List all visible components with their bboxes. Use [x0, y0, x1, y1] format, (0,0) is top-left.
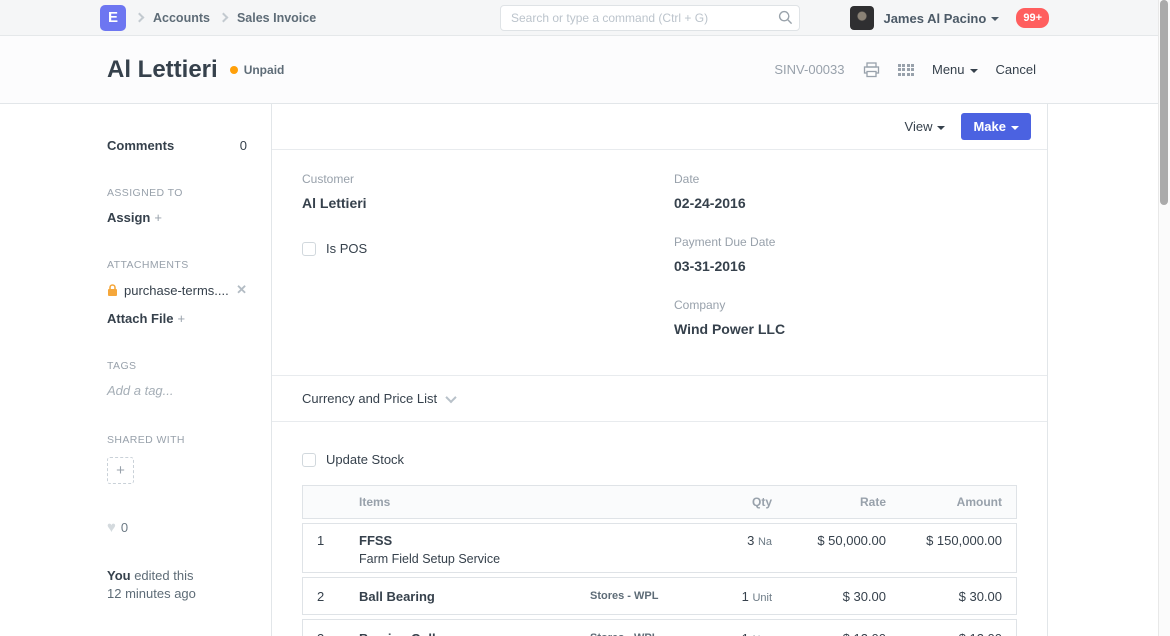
remove-attachment-icon[interactable]: ✕	[236, 282, 247, 298]
add-tag-input[interactable]: Add a tag...	[107, 383, 247, 398]
notifications-badge[interactable]: 99+	[1016, 8, 1049, 28]
navbar: E Accounts Sales Invoice James Al Pacino…	[0, 0, 1170, 36]
chevron-down-icon	[1011, 126, 1019, 130]
table-row[interactable]: 1 FFSS Farm Field Setup Service 3 Na $ 5…	[302, 523, 1017, 573]
add-share-button[interactable]: +	[107, 457, 134, 484]
plus-icon: +	[177, 311, 185, 326]
item-rate: $ 30.00	[772, 589, 886, 604]
status-badge: Unpaid	[230, 63, 285, 77]
likes-count: 0	[121, 520, 128, 535]
scrollbar-thumb[interactable]	[1160, 0, 1168, 205]
chevron-right-icon	[219, 13, 229, 23]
print-icon[interactable]	[863, 62, 880, 78]
is-pos-checkbox[interactable]	[302, 242, 316, 256]
chevron-down-icon	[937, 126, 945, 130]
payment-due-date-label: Payment Due Date	[674, 235, 785, 249]
chevron-down-icon	[445, 391, 456, 402]
status-dot-icon	[230, 66, 238, 74]
chevron-down-icon	[991, 17, 999, 21]
search-icon	[778, 10, 793, 25]
assign-button[interactable]: Assign+	[107, 210, 247, 225]
item-code: FFSS	[359, 533, 590, 548]
search-input[interactable]	[500, 5, 800, 31]
attachment-item: purchase-terms.... ✕	[107, 282, 247, 298]
shared-with-label: SHARED WITH	[107, 434, 247, 446]
company-label: Company	[674, 298, 785, 312]
item-code: Ball Bearing	[359, 589, 590, 604]
item-warehouse: Stores - WPL	[590, 632, 710, 636]
col-qty: Qty	[710, 495, 772, 509]
sales-invoice-page: E Accounts Sales Invoice James Al Pacino…	[0, 0, 1170, 636]
attachment-link[interactable]: purchase-terms....	[107, 283, 229, 298]
table-row[interactable]: 3 Bearing Collar Stores - WPL 1 Nos $ 12…	[302, 619, 1017, 636]
is-pos-label: Is POS	[326, 241, 367, 256]
item-rate: $ 12.00	[772, 631, 886, 636]
page-head: Al Lettieri Unpaid SINV-00033 Menu Cance…	[0, 36, 1170, 104]
assigned-to-label: ASSIGNED TO	[107, 187, 247, 199]
item-rate: $ 50,000.00	[772, 533, 886, 548]
update-stock-label: Update Stock	[326, 452, 404, 467]
items-table-header: Items Qty Rate Amount	[302, 485, 1017, 519]
chevron-right-icon	[135, 13, 145, 23]
table-row[interactable]: 2 Ball Bearing Stores - WPL 1 Unit $ 30.…	[302, 577, 1017, 615]
company-field[interactable]: Wind Power LLC	[674, 321, 785, 337]
activity-edited: You edited this 12 minutes ago	[107, 567, 247, 602]
chevron-down-icon	[970, 69, 978, 73]
col-items: Items	[359, 495, 590, 509]
form-content: View Make Customer Al Lettieri Is POS Da…	[271, 104, 1048, 636]
item-uom: Na	[758, 536, 772, 548]
item-amount: $ 12.00	[886, 631, 1002, 636]
date-field[interactable]: 02-24-2016	[674, 195, 785, 211]
likes[interactable]: ♥ 0	[107, 520, 247, 535]
col-rate: Rate	[772, 495, 886, 509]
cancel-button[interactable]: Cancel	[996, 62, 1036, 77]
lock-icon	[107, 284, 118, 297]
attach-file-button[interactable]: Attach File+	[107, 311, 247, 326]
item-amount: $ 150,000.00	[886, 533, 1002, 548]
navbar-user-area: James Al Pacino 99+	[850, 0, 1049, 36]
item-uom: Unit	[752, 592, 772, 604]
plus-icon: +	[154, 210, 162, 225]
user-menu[interactable]: James Al Pacino	[883, 11, 999, 26]
item-code: Bearing Collar	[359, 631, 590, 636]
customer-label: Customer	[302, 172, 1017, 186]
col-amount: Amount	[886, 495, 1002, 509]
payment-due-date-field[interactable]: 03-31-2016	[674, 258, 785, 274]
make-button[interactable]: Make	[961, 113, 1031, 140]
tags-label: TAGS	[107, 360, 247, 372]
item-amount: $ 30.00	[886, 589, 1002, 604]
breadcrumb-sales-invoice[interactable]: Sales Invoice	[237, 11, 316, 25]
breadcrumb: E Accounts Sales Invoice	[0, 5, 316, 31]
date-label: Date	[674, 172, 785, 186]
sidebar: Comments 0 ASSIGNED TO Assign+ ATTACHMEN…	[0, 104, 271, 636]
currency-section-toggle[interactable]: Currency and Price List	[272, 376, 1047, 422]
page-title: Al Lettieri	[107, 56, 218, 84]
update-stock-checkbox[interactable]	[302, 453, 316, 467]
main-form-section: Customer Al Lettieri Is POS Date 02-24-2…	[272, 150, 1047, 376]
form-toolbar: View Make	[272, 104, 1047, 150]
sidebar-comments[interactable]: Comments 0	[107, 138, 247, 153]
scrollbar[interactable]	[1158, 0, 1170, 636]
document-id: SINV-00033	[774, 62, 844, 77]
grid-view-icon[interactable]	[898, 64, 915, 76]
customer-field[interactable]: Al Lettieri	[302, 195, 1017, 211]
breadcrumb-accounts[interactable]: Accounts	[153, 11, 210, 25]
menu-button[interactable]: Menu	[932, 62, 978, 77]
items-section: Update Stock Items Qty Rate Amount 1 FFS…	[272, 422, 1047, 636]
item-description: Farm Field Setup Service	[359, 552, 590, 566]
heart-icon: ♥	[107, 520, 116, 535]
app-logo[interactable]: E	[100, 5, 126, 31]
item-warehouse: Stores - WPL	[590, 590, 710, 602]
comments-count: 0	[240, 138, 247, 153]
attachments-label: ATTACHMENTS	[107, 259, 247, 271]
avatar[interactable]	[850, 6, 874, 30]
view-button[interactable]: View	[905, 119, 946, 134]
